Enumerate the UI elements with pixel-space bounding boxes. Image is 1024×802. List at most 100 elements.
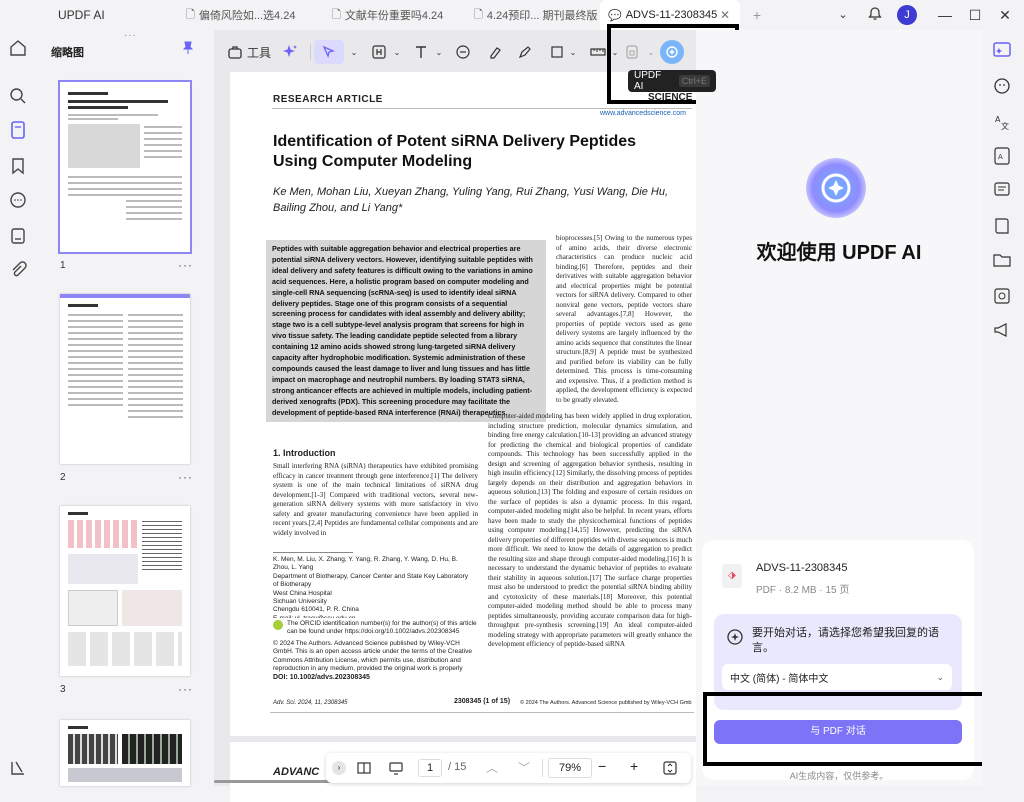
close-tab-icon[interactable]: ✕ — [720, 8, 730, 22]
panel-title: 缩略图 — [51, 47, 84, 59]
article-title: Identification of Potent siRNA Delivery … — [273, 133, 637, 170]
right-column-text: bioprocesses.[5] Owing to the numerous t… — [556, 234, 692, 404]
chevron-down-icon[interactable]: ⌄ — [434, 40, 444, 64]
tab-label: 文献年份重要吗4.24 — [344, 10, 444, 22]
tab-doc-3[interactable]: 🗋 4.24预印... 期刊最终版 — [466, 0, 598, 30]
book-icon[interactable] — [992, 216, 1012, 236]
bell-icon[interactable] — [866, 6, 884, 24]
pdf-file-icon: ⬗ — [722, 564, 742, 588]
highlighter-icon[interactable] — [484, 40, 506, 64]
close-window-icon[interactable]: ✕ — [996, 6, 1014, 24]
tab-updf-ai[interactable]: UPDF AI — [0, 0, 170, 30]
home-icon[interactable] — [8, 38, 28, 58]
thumbnail-page-3[interactable] — [60, 506, 190, 676]
zoom-in-icon[interactable]: + — [630, 758, 638, 774]
footer-copyright: © 2024 The Authors. Advanced Science pub… — [520, 700, 692, 706]
maximize-icon[interactable]: ☐ — [966, 6, 984, 24]
translate-icon[interactable]: A文 — [992, 112, 1012, 132]
scan-search-icon[interactable] — [992, 286, 1012, 306]
tab-doc-1[interactable]: 🗋 偏倚风险如...选4.24 — [178, 0, 316, 30]
ai-assistant-icon[interactable] — [992, 40, 1012, 60]
layers-icon[interactable] — [8, 758, 28, 778]
more-options-icon[interactable]: ··· — [178, 682, 193, 696]
previous-page-icon[interactable]: ︿ — [486, 759, 498, 776]
svg-text:A: A — [998, 153, 1003, 161]
more-options-icon[interactable]: ··· — [178, 258, 193, 272]
app-name: UPDF AI — [58, 8, 105, 22]
thumbnail-page-4[interactable] — [60, 720, 190, 786]
file-meta: PDF · 8.2 MB · 15 页 — [756, 585, 850, 596]
chevron-down-icon[interactable]: ⌄ — [392, 40, 402, 64]
fit-page-icon[interactable] — [662, 760, 678, 781]
language-select[interactable]: 中文 (简体) - 简体中文 ⌄ — [722, 664, 952, 690]
next-page-icon[interactable]: ﹀ — [518, 759, 530, 776]
page-navigation-bar: › 1 / 15 ︿ ﹀ 79% − + — [326, 753, 691, 783]
welcome-title: 欢迎使用 UPDF AI — [756, 242, 922, 264]
svg-text:文: 文 — [1001, 121, 1009, 131]
zoom-out-icon[interactable]: − — [598, 758, 606, 774]
presentation-icon[interactable] — [388, 760, 404, 781]
article-authors: Ke Men, Mohan Liu, Xueyan Zhang, Yuling … — [273, 186, 669, 214]
page2-header: ADVANC — [273, 766, 320, 778]
doc-icon: 🗋 — [186, 8, 195, 21]
attachment-icon[interactable] — [8, 260, 28, 280]
thumbnail-page-1[interactable] — [58, 80, 192, 254]
tab-label: ADVS-11-2308345 — [625, 9, 718, 21]
affiliation: K. Men, M. Liu, X. Zhang, Y. Yang, R. Zh… — [273, 556, 468, 618]
left-icon-rail — [0, 30, 36, 786]
article-type: RESEARCH ARTICLE — [273, 94, 383, 105]
total-pages: / 15 — [448, 761, 467, 773]
footer-citation: Adv. Sci. 2024, 11, 2308345 — [273, 700, 348, 706]
orcid-note: The ORCID identification number(s) for t… — [287, 620, 477, 636]
bookmark-icon[interactable] — [8, 156, 28, 176]
page-number: 2 — [60, 472, 66, 483]
text-tool-icon[interactable] — [410, 40, 432, 64]
avatar[interactable]: J — [897, 5, 917, 25]
minimize-icon[interactable]: — — [936, 6, 954, 24]
text-box-icon[interactable] — [368, 40, 390, 64]
ai-chat-icon — [726, 628, 744, 651]
chat-doc-icon: 💬 — [608, 9, 622, 22]
ai-sparkle-icon[interactable] — [278, 40, 302, 64]
collapse-icon[interactable]: › — [332, 761, 346, 775]
current-page-input[interactable]: 1 — [418, 759, 442, 777]
comment-tool-icon[interactable] — [452, 40, 474, 64]
tooltip-label: UPDF AI — [634, 70, 662, 92]
thumbnails-panel: ··· 缩略图 1 ··· 2 ··· 3 ··· — [36, 30, 214, 786]
zoom-level[interactable]: 79% — [548, 758, 592, 778]
chevron-down-icon: ⌄ — [936, 671, 944, 682]
page-number: 3 — [60, 684, 66, 695]
megaphone-icon[interactable] — [992, 320, 1012, 340]
comment-icon[interactable] — [8, 190, 28, 210]
document-area: 工具 ⌄ ⌄ ⌄ ⌄ ⌄ ⌄ UPDF AI Ctrl+E RESEARCH A… — [214, 30, 716, 802]
tab-doc-2[interactable]: 🗋 文献年份重要吗4.24 — [324, 0, 460, 30]
journal-url[interactable]: www.advancedscience.com — [600, 110, 686, 117]
file-name: ADVS-11-2308345 — [756, 562, 848, 574]
pin-icon[interactable] — [181, 41, 195, 60]
intro-text: Small interfering RNA (siRNA) therapeuti… — [273, 462, 478, 537]
tools-button[interactable]: 工具 — [226, 40, 272, 64]
new-tab-icon[interactable]: + — [748, 6, 766, 24]
page-view-icon[interactable] — [356, 760, 372, 781]
tab-label: 4.24预印... 期刊最终版 — [486, 10, 598, 22]
document-icon[interactable] — [8, 226, 28, 246]
search-icon[interactable] — [8, 86, 28, 106]
folder-icon[interactable] — [992, 250, 1012, 270]
chevron-down-icon[interactable]: ⌄ — [348, 40, 360, 64]
tab-label: 偏倚风险如...选4.24 — [198, 10, 296, 22]
right-column-text-2: Computer-aided modeling has been widely … — [488, 412, 692, 648]
pen-icon[interactable] — [514, 40, 536, 64]
translate-doc-icon[interactable]: A — [992, 146, 1012, 166]
chatbot-icon[interactable] — [992, 76, 1012, 96]
panel-drag-handle[interactable]: ··· — [124, 30, 137, 41]
orcid-icon — [273, 620, 283, 630]
tools-label: 工具 — [246, 45, 271, 60]
thumbnail-page-2[interactable] — [60, 294, 190, 464]
pdf-page-1: RESEARCH ARTICLE SCIENCE www.advancedsci… — [230, 72, 696, 736]
chevron-down-icon[interactable]: ⌄ — [834, 6, 852, 24]
select-tool-icon[interactable] — [314, 40, 344, 64]
more-options-icon[interactable]: ··· — [178, 470, 193, 484]
doi: DOI: 10.1002/advs.202308345 — [273, 674, 370, 681]
summarize-icon[interactable] — [992, 180, 1012, 200]
thumbnails-icon[interactable] — [8, 120, 28, 140]
